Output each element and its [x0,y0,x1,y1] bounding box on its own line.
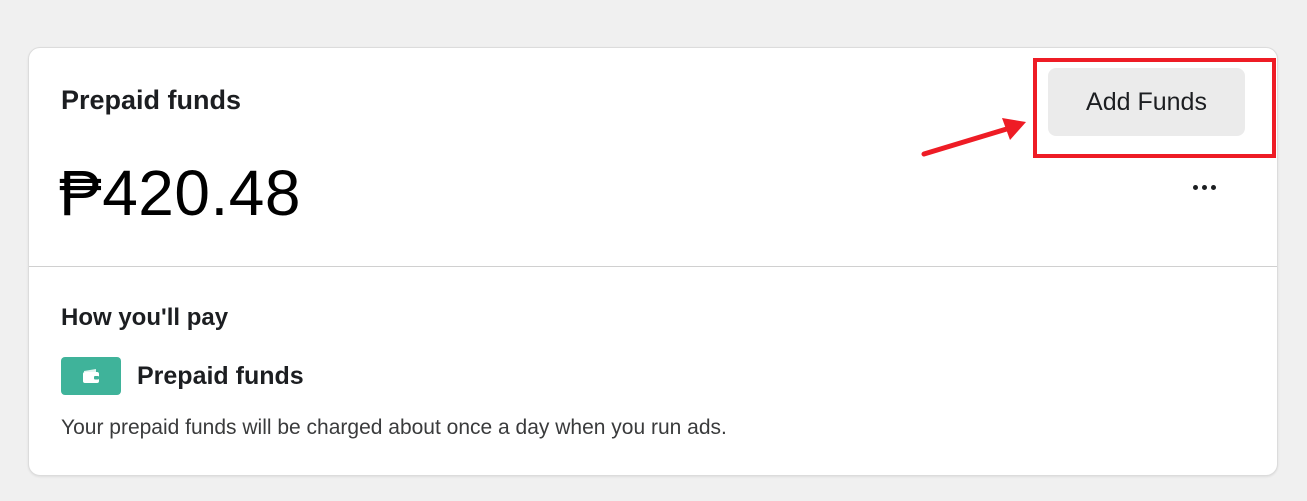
add-funds-button[interactable]: Add Funds [1048,68,1245,136]
prepaid-funds-section: Prepaid funds ₱420.48 Add Funds [29,48,1277,266]
prepaid-balance: ₱420.48 [59,157,301,229]
more-dot-icon [1201,184,1207,190]
payment-method-row: Prepaid funds [61,356,304,396]
more-dot-icon [1210,184,1216,190]
more-dot-icon [1192,184,1198,190]
payment-method-label: Prepaid funds [137,361,304,390]
payment-note: Your prepaid funds will be charged about… [61,416,727,439]
prepaid-funds-title: Prepaid funds [61,85,242,115]
wallet-icon [61,357,121,395]
prepaid-funds-card: Prepaid funds ₱420.48 Add Funds How you'… [28,47,1278,476]
how-you-pay-title: How you'll pay [61,304,229,331]
payment-method-section: How you'll pay Prepaid funds Your prepai… [29,267,1277,475]
more-options-button[interactable] [1179,172,1229,202]
